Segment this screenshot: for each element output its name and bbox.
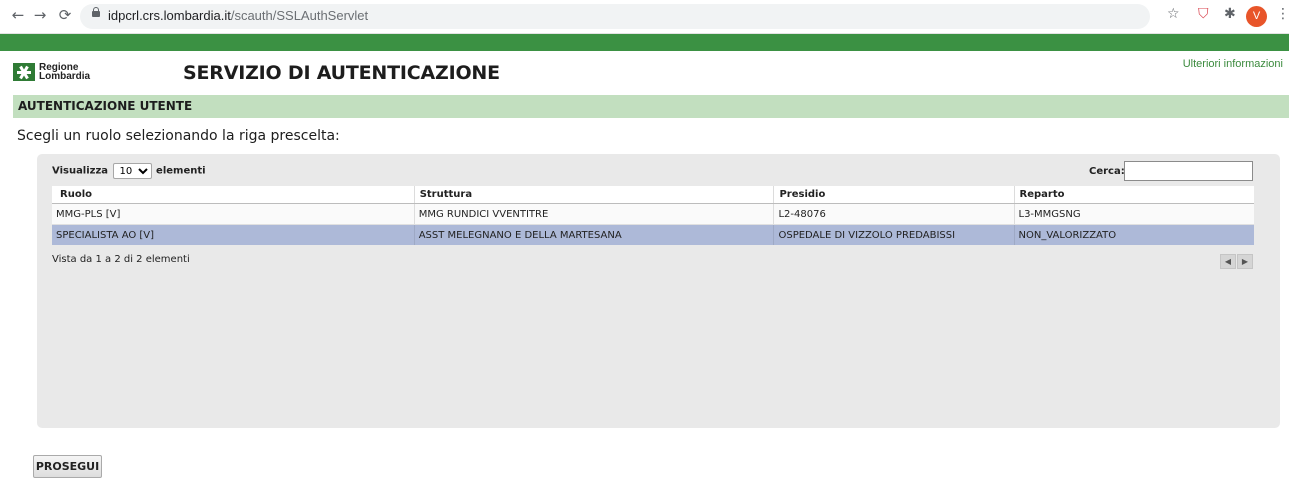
address-bar[interactable]: idpcrl.crs.lombardia.it/scauth/SSLAuthSe…: [80, 4, 1150, 29]
logo-line2: Lombardia: [39, 71, 91, 82]
more-info-link[interactable]: Ulteriori informazioni: [1183, 58, 1283, 70]
reload-icon[interactable]: ⟳: [55, 6, 75, 24]
show-label: Visualizza: [52, 165, 109, 177]
cell-ruolo: SPECIALISTA AO [V]: [52, 224, 415, 245]
search-input[interactable]: [1124, 161, 1253, 181]
section-header: AUTENTICAZIONE UTENTE: [13, 95, 1289, 118]
cell-reparto: NON_VALORIZZATO: [1013, 224, 1254, 245]
top-green-bar: [0, 34, 1289, 51]
prev-page-icon[interactable]: ◀: [1220, 254, 1236, 269]
kebab-menu-icon[interactable]: ⋮: [1276, 6, 1289, 22]
logo-text: Regione Lombardia: [39, 63, 91, 82]
column-header-reparto[interactable]: Reparto: [1013, 186, 1254, 204]
table-info: Vista da 1 a 2 di 2 elementi: [52, 254, 190, 265]
instruction-text: Scegli un ruolo selezionando la riga pre…: [17, 128, 340, 144]
column-header-struttura[interactable]: Struttura: [413, 186, 774, 204]
cell-struttura: MMG RUNDICI VVENTITRE: [413, 203, 774, 225]
regione-lombardia-logo: Regione Lombardia: [13, 61, 103, 83]
column-header-ruolo[interactable]: Ruolo: [52, 186, 415, 204]
table-header-row: Ruolo Struttura Presidio Reparto: [52, 186, 1254, 204]
proceed-button[interactable]: PROSEGUI: [33, 455, 102, 478]
roles-table: Ruolo Struttura Presidio Reparto MMG-PLS…: [52, 186, 1254, 245]
page-length-control: Visualizza 10 elementi: [52, 163, 206, 179]
page-title: SERVIZIO DI AUTENTICAZIONE: [183, 62, 500, 84]
forward-arrow-icon[interactable]: →: [30, 6, 50, 24]
logo-cross-icon: [13, 63, 35, 81]
lock-icon[interactable]: [92, 7, 100, 17]
profile-avatar[interactable]: V: [1246, 6, 1267, 27]
table-row[interactable]: MMG-PLS [V] MMG RUNDICI VVENTITRE L2-480…: [52, 203, 1254, 225]
elements-label: elementi: [156, 165, 206, 177]
cell-struttura: ASST MELEGNANO E DELLA MARTESANA: [413, 224, 774, 245]
pocket-icon[interactable]: ⛉: [1198, 6, 1209, 22]
cell-reparto: L3-MMGSNG: [1013, 203, 1254, 225]
next-page-icon[interactable]: ▶: [1237, 254, 1253, 269]
page-length-select[interactable]: 10: [112, 163, 152, 179]
url-text[interactable]: idpcrl.crs.lombardia.it/scauth/SSLAuthSe…: [108, 8, 368, 23]
back-arrow-icon[interactable]: ←: [8, 6, 28, 24]
star-icon[interactable]: ☆: [1167, 6, 1180, 22]
column-header-presidio[interactable]: Presidio: [773, 186, 1014, 204]
section-title: AUTENTICAZIONE UTENTE: [18, 99, 193, 113]
cell-presidio: L2-48076: [773, 203, 1014, 225]
url-host: idpcrl.crs.lombardia.it: [108, 8, 231, 23]
browser-toolbar: ← → ⟳ idpcrl.crs.lombardia.it/scauth/SSL…: [0, 0, 1289, 34]
search-label: Cerca:: [1089, 166, 1125, 177]
puzzle-icon[interactable]: ✱: [1224, 6, 1236, 22]
cell-presidio: OSPEDALE DI VIZZOLO PREDABISSI: [773, 224, 1014, 245]
table-row-selected[interactable]: SPECIALISTA AO [V] ASST MELEGNANO E DELL…: [52, 224, 1254, 245]
url-path: /scauth/SSLAuthServlet: [230, 8, 369, 23]
cell-ruolo: MMG-PLS [V]: [52, 203, 415, 225]
